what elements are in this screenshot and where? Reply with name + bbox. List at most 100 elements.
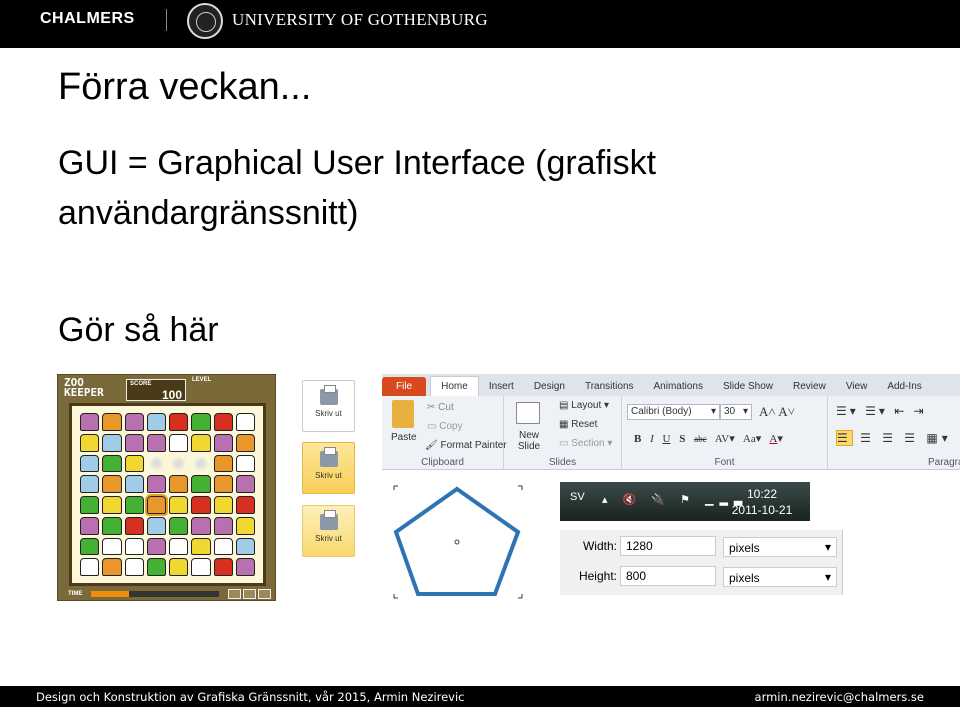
tile-bear[interactable] (169, 413, 189, 431)
sound-button[interactable] (228, 589, 241, 599)
tile-hippo[interactable] (213, 433, 233, 452)
tile-hippo[interactable] (213, 516, 233, 535)
quit-button[interactable] (258, 589, 271, 599)
print-button-pressed[interactable]: Skriv ut (302, 442, 355, 494)
align-buttons[interactable]: ☰ ☰ ☰ ☰ ▦▾ (836, 430, 952, 446)
clock[interactable]: 10:22 2011-10-21 (728, 486, 796, 518)
tab-file[interactable]: File (382, 377, 427, 396)
tile-hippo[interactable] (146, 433, 166, 452)
tab-review[interactable]: Review (783, 377, 836, 396)
font-size-select[interactable]: 30 ▾ (720, 404, 752, 420)
tray-icons[interactable]: ▴ 🔇 🔌 ⚑ ▁▂▃ (602, 493, 748, 506)
tile-hippo[interactable] (124, 413, 144, 431)
tile-spark[interactable] (146, 454, 166, 473)
tile-hippo[interactable] (235, 475, 255, 493)
font-format-buttons[interactable]: B I U S abc AV▾ Aa▾ A▾ (634, 432, 783, 445)
tab-design[interactable]: Design (524, 377, 575, 396)
tile-frog[interactable] (102, 454, 122, 473)
tile-hippo[interactable] (124, 433, 144, 452)
tile-lion[interactable] (102, 475, 122, 493)
tile-spark[interactable] (169, 454, 189, 473)
layout-button[interactable]: ▤ Layout ▾ (559, 400, 609, 411)
tile-bear[interactable] (213, 558, 233, 576)
tile-lion[interactable] (144, 494, 169, 516)
tile-giraffe[interactable] (169, 558, 189, 576)
list-buttons[interactable]: ☰▾ ☰▾ ⇤ ⇥ (836, 404, 927, 418)
tile-giraffe[interactable] (235, 516, 255, 535)
height-input[interactable]: 800 (620, 566, 716, 586)
tile-frog[interactable] (169, 516, 189, 535)
section-button[interactable]: ▭ Section ▾ (559, 438, 612, 449)
grow-font-button[interactable]: A˄ A˅ (759, 404, 795, 420)
tile-panda[interactable] (169, 433, 189, 452)
tab-home[interactable]: Home (430, 376, 479, 396)
tile-frog[interactable] (124, 496, 144, 514)
tile-lion[interactable] (213, 475, 233, 493)
reset-button[interactable]: ▦ Reset (559, 419, 597, 430)
tile-elephant[interactable] (80, 475, 100, 493)
print-button-normal[interactable]: Skriv ut (302, 380, 355, 432)
tile-panda[interactable] (80, 558, 100, 576)
language-indicator[interactable]: SV (570, 491, 585, 503)
tile-frog[interactable] (80, 496, 100, 514)
tile-hippo[interactable] (80, 413, 100, 431)
tile-panda[interactable] (124, 537, 144, 556)
tile-bear[interactable] (124, 516, 144, 535)
tile-giraffe[interactable] (80, 433, 100, 452)
tab-animations[interactable]: Animations (644, 377, 713, 396)
tile-hippo[interactable] (146, 475, 166, 493)
tile-lion[interactable] (213, 454, 233, 473)
pentagon-shape[interactable] (390, 482, 526, 602)
width-input[interactable]: 1280 (620, 536, 716, 556)
tile-lion[interactable] (235, 433, 255, 452)
tile-bear[interactable] (213, 413, 233, 431)
tile-elephant[interactable] (124, 475, 144, 493)
pause-button[interactable] (243, 589, 256, 599)
width-unit-select[interactable]: pixels (723, 537, 837, 557)
tile-panda[interactable] (235, 454, 255, 473)
tile-lion[interactable] (169, 475, 189, 493)
tile-elephant[interactable] (235, 537, 255, 556)
tile-giraffe[interactable] (213, 496, 233, 514)
cut-button[interactable]: ✂ Cut (427, 402, 454, 413)
tile-giraffe[interactable] (169, 496, 189, 514)
tab-insert[interactable]: Insert (479, 377, 524, 396)
tile-giraffe[interactable] (124, 454, 144, 473)
tile-panda[interactable] (191, 558, 211, 576)
tile-panda[interactable] (213, 537, 233, 556)
tab-view[interactable]: View (836, 377, 878, 396)
tab-add-ins[interactable]: Add-Ins (877, 377, 931, 396)
shape-center-handle[interactable] (454, 539, 460, 545)
font-family-select[interactable]: Calibri (Body) ▾ (627, 404, 720, 420)
tile-lion[interactable] (102, 558, 122, 576)
tab-transitions[interactable]: Transitions (575, 377, 644, 396)
tab-slide-show[interactable]: Slide Show (713, 377, 783, 396)
tile-panda[interactable] (235, 413, 255, 431)
tile-hippo[interactable] (235, 558, 255, 576)
tile-bear[interactable] (191, 496, 211, 514)
tile-frog[interactable] (146, 558, 166, 576)
tile-bear[interactable] (235, 496, 255, 514)
tile-hippo[interactable] (191, 516, 211, 535)
tile-spark[interactable] (191, 454, 211, 473)
tile-panda[interactable] (124, 558, 144, 576)
tile-elephant[interactable] (146, 413, 166, 431)
tile-frog[interactable] (102, 516, 122, 535)
tile-panda[interactable] (102, 537, 122, 556)
paste-button[interactable]: Paste (391, 432, 417, 443)
new-slide-button[interactable]: New Slide (514, 430, 544, 452)
tile-lion[interactable] (102, 413, 122, 431)
tile-frog[interactable] (80, 537, 100, 556)
tile-elephant[interactable] (146, 516, 166, 535)
tile-giraffe[interactable] (102, 496, 122, 514)
game-board[interactable] (69, 403, 266, 586)
print-button-hover[interactable]: Skriv ut (302, 505, 355, 557)
tile-frog[interactable] (191, 413, 211, 431)
format-painter-button[interactable]: 🖌 Format Painter (425, 440, 507, 451)
height-unit-select[interactable]: pixels (723, 567, 837, 587)
tile-frog[interactable] (191, 475, 211, 493)
tile-elephant[interactable] (80, 454, 100, 473)
tile-panda[interactable] (169, 537, 189, 556)
tile-hippo[interactable] (146, 537, 166, 556)
tile-hippo[interactable] (80, 516, 100, 535)
